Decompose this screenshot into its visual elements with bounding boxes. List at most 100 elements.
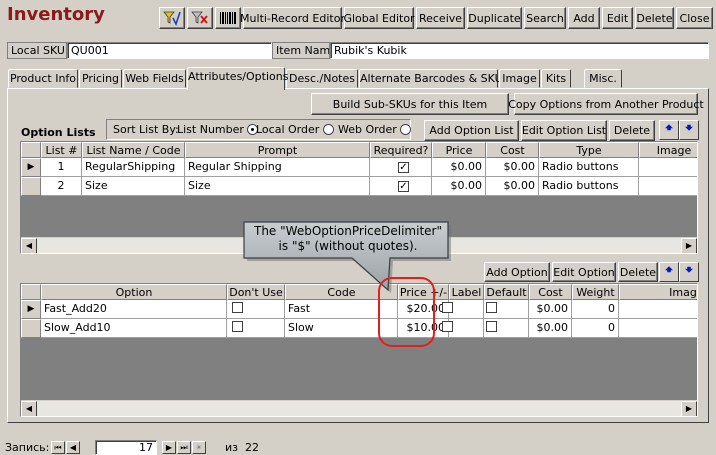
list-row-2-price[interactable]: $0.00 <box>432 177 486 196</box>
lists-header-image[interactable]: Image <box>639 142 697 158</box>
tab-desc-notes[interactable]: Desc./Notes <box>286 69 358 88</box>
list-row-2-type[interactable]: Radio buttons <box>539 177 639 196</box>
tab-web-fields[interactable]: Web Fields <box>123 69 186 88</box>
list-row-1-prompt[interactable]: Regular Shipping <box>185 158 370 177</box>
option-row-2-default-checkbox[interactable] <box>486 321 497 332</box>
sort-web-order[interactable]: Web Order <box>338 122 412 137</box>
list-row-2-required-checkbox[interactable]: ✓ <box>398 181 409 192</box>
options-header-image[interactable]: Imag <box>619 284 697 300</box>
option-row-1-weight[interactable]: 0 <box>572 300 619 319</box>
options-header-option[interactable]: Option <box>41 284 227 300</box>
lists-header-cost[interactable]: Cost <box>486 142 539 158</box>
lists-row-selector[interactable]: ▶ <box>21 158 41 177</box>
list-row-2-num[interactable]: 2 <box>41 177 82 196</box>
copy-options-button[interactable]: Copy Options from Another Product <box>508 93 704 115</box>
list-row-2-prompt[interactable]: Size <box>185 177 370 196</box>
tab-alternate-barcodes[interactable]: Alternate Barcodes & SKUs <box>359 69 508 88</box>
option-row-1-default-checkbox[interactable] <box>486 302 497 313</box>
tab-attributes-options[interactable]: Attributes/Options <box>187 67 288 90</box>
options-horizontal-scrollbar[interactable]: ◀ ▶ <box>21 400 697 416</box>
options-header-default[interactable]: Default <box>484 284 529 300</box>
option-row-2-option[interactable]: Slow_Add10 <box>41 319 227 338</box>
list-row-1-required-checkbox[interactable]: ✓ <box>398 162 409 173</box>
clear-filter-icon-button[interactable] <box>187 7 213 29</box>
add-button[interactable]: Add <box>568 7 600 29</box>
move-option-up-button[interactable]: 🠹 <box>659 262 679 282</box>
list-row-1-type[interactable]: Radio buttons <box>539 158 639 177</box>
tab-kits[interactable]: Kits <box>541 69 571 88</box>
scroll-right-icon[interactable]: ▶ <box>681 238 697 253</box>
lists-header-required[interactable]: Required? <box>370 142 432 158</box>
tab-misc[interactable]: Misc. <box>584 69 622 88</box>
item-name-field[interactable]: Rubik's Kubik <box>330 42 709 59</box>
global-editor-button[interactable]: Global Editor <box>343 7 415 29</box>
option-row-1-dont-use-checkbox[interactable] <box>232 302 243 313</box>
sort-local-order[interactable]: Local Order <box>256 122 334 137</box>
list-row-2-image[interactable] <box>639 177 697 196</box>
last-record-icon[interactable]: ⏭ <box>177 441 191 454</box>
list-row-2-name[interactable]: Size <box>82 177 185 196</box>
sort-local-order-radio[interactable] <box>322 124 334 135</box>
option-row-1-image[interactable] <box>619 300 697 319</box>
option-row-1-cost[interactable]: $0.00 <box>529 300 572 319</box>
sort-web-order-radio[interactable] <box>400 124 412 135</box>
build-sub-skus-button[interactable]: Build Sub-SKUs for this Item <box>311 93 509 115</box>
next-record-icon[interactable]: ▶ <box>162 441 176 454</box>
lists-header-num[interactable]: List # <box>41 142 82 158</box>
option-row-1-label-checkbox[interactable] <box>442 302 453 313</box>
list-row-2-cost[interactable]: $0.00 <box>486 177 539 196</box>
new-record-icon[interactable]: ✴ <box>192 441 206 454</box>
tab-image[interactable]: Image <box>499 69 540 88</box>
barcode-icon-button[interactable] <box>215 7 241 29</box>
previous-record-icon[interactable]: ◀ <box>66 441 80 454</box>
option-row-2-cost[interactable]: $0.00 <box>529 319 572 338</box>
sort-list-number[interactable]: List Number <box>177 122 259 137</box>
options-row-selector[interactable]: ▶ <box>21 300 41 319</box>
option-row-1-label[interactable] <box>449 300 484 319</box>
list-row-1-image[interactable] <box>639 158 697 177</box>
option-row-2-label-checkbox[interactable] <box>442 321 453 332</box>
delete-option-button[interactable]: Delete <box>618 262 658 282</box>
delete-button[interactable]: Delete <box>635 7 674 29</box>
option-row-2-label[interactable] <box>449 319 484 338</box>
option-row-2-weight[interactable]: 0 <box>572 319 619 338</box>
delete-option-list-button[interactable]: Delete <box>609 120 655 141</box>
first-record-icon[interactable]: ⏮ <box>51 441 65 454</box>
list-row-1-num[interactable]: 1 <box>41 158 82 177</box>
options-header-weight[interactable]: Weight <box>572 284 619 300</box>
tab-product-info[interactable]: Product Info <box>8 69 78 88</box>
record-number-field[interactable]: 17 <box>95 440 157 455</box>
filter-icon-button[interactable] <box>159 7 185 29</box>
option-row-1-option[interactable]: Fast_Add20 <box>41 300 227 319</box>
lists-header-prompt[interactable]: Prompt <box>185 142 370 158</box>
edit-button[interactable]: Edit <box>602 7 633 29</box>
add-option-button[interactable]: Add Option <box>484 262 550 282</box>
options-row-selector[interactable] <box>21 319 41 338</box>
lists-header-type[interactable]: Type <box>539 142 639 158</box>
option-row-2-dont-use-checkbox[interactable] <box>232 321 243 332</box>
duplicate-button[interactable]: Duplicate <box>467 7 522 29</box>
scroll-right-icon[interactable]: ▶ <box>681 401 697 416</box>
receive-button[interactable]: Receive <box>416 7 465 29</box>
lists-header-price[interactable]: Price <box>432 142 486 158</box>
search-button[interactable]: Search <box>524 7 566 29</box>
add-option-list-button[interactable]: Add Option List <box>424 120 519 141</box>
edit-option-button[interactable]: Edit Option <box>552 262 616 282</box>
multi-record-editor-button[interactable]: Multi-Record Editor <box>240 7 345 29</box>
scroll-left-icon[interactable]: ◀ <box>21 401 37 416</box>
lists-header-name[interactable]: List Name / Code <box>82 142 185 158</box>
local-sku-field[interactable]: QU001 <box>67 42 272 59</box>
move-option-down-button[interactable]: 🠻 <box>679 262 699 282</box>
close-button[interactable]: Close <box>676 7 713 29</box>
lists-row-selector[interactable] <box>21 177 41 196</box>
options-header-cost[interactable]: Cost <box>529 284 572 300</box>
tab-pricing[interactable]: Pricing <box>79 69 122 88</box>
move-list-down-button[interactable]: 🠻 <box>679 120 699 140</box>
list-row-1-price[interactable]: $0.00 <box>432 158 486 177</box>
move-list-up-button[interactable]: 🠹 <box>659 120 679 140</box>
list-row-1-name[interactable]: RegularShipping <box>82 158 185 177</box>
scroll-left-icon[interactable]: ◀ <box>21 238 37 253</box>
option-row-2-image[interactable] <box>619 319 697 338</box>
edit-option-list-button[interactable]: Edit Option List <box>521 120 607 141</box>
list-row-1-cost[interactable]: $0.00 <box>486 158 539 177</box>
